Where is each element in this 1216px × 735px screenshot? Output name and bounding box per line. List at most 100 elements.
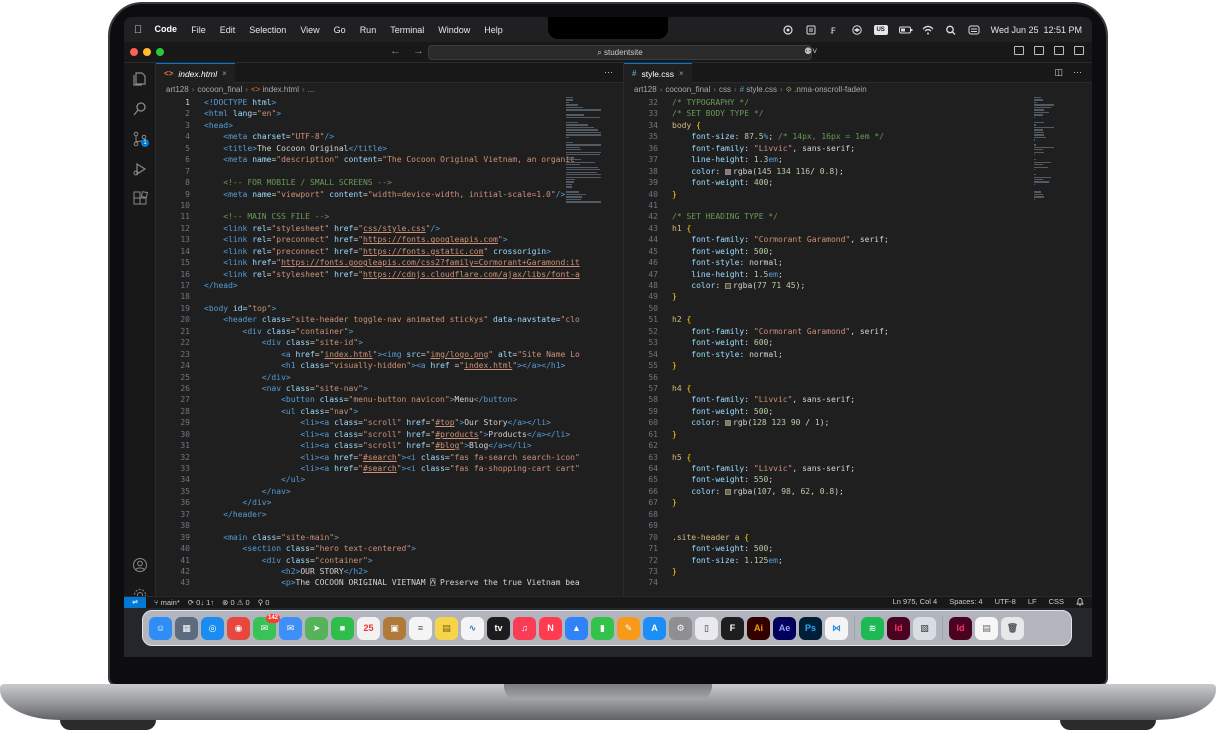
code-line[interactable]: 40} <box>624 189 889 200</box>
dock-appstore-icon[interactable]: A <box>643 616 666 640</box>
dock-iphone-mirroring-icon[interactable]: ▯ <box>695 616 718 640</box>
close-tab-icon[interactable]: × <box>222 69 227 78</box>
code-line[interactable]: 73} <box>624 566 889 577</box>
code-line[interactable]: 5 <title>The Cocoon Original</title> <box>156 143 580 154</box>
code-line[interactable]: 43 <p>The COCOON ORIGINAL VIETNAM ⍓ Pres… <box>156 577 580 588</box>
breadcrumb-item[interactable]: cocoon_final <box>197 85 242 94</box>
code-line[interactable]: 40 <section class="hero text-centered"> <box>156 543 580 554</box>
code-line[interactable]: 27 <button class="menu-button navicon">M… <box>156 394 580 405</box>
command-center-search[interactable]: ⌕ studentsite <box>428 45 812 60</box>
code-line[interactable]: 23 <a href="index.html"><img src="img/lo… <box>156 349 579 360</box>
dock-photoshop-icon[interactable]: Ps <box>799 616 822 640</box>
menu-edit[interactable]: Edit <box>220 25 236 35</box>
dock-indd-file-icon[interactable]: Id <box>949 616 972 640</box>
account-icon[interactable] <box>132 557 148 573</box>
code-line[interactable]: 68 <box>624 509 889 520</box>
code-line[interactable]: 32 /* TYPOGRAPHY */ <box>624 97 889 108</box>
breadcrumb-item[interactable]: css <box>719 85 731 94</box>
code-line[interactable]: 25 </div> <box>156 372 580 383</box>
code-line[interactable]: 60 color: rgb(128 123 90 / 1); <box>624 417 889 428</box>
split-editor-icon[interactable]: ◫ <box>1054 67 1063 78</box>
menu-window[interactable]: Window <box>438 25 470 35</box>
code-line[interactable]: 49} <box>624 291 889 302</box>
dock-settings-icon[interactable]: ⚙ <box>669 616 692 640</box>
code-line[interactable]: 31 <li><a class="scroll" href="#blog">Bl… <box>156 440 580 451</box>
forward-arrow-icon[interactable]: → <box>413 45 424 57</box>
ports-count[interactable]: ⚲ 0 <box>258 598 270 607</box>
dock-spotify-icon[interactable]: ≋ <box>861 616 884 640</box>
breadcrumb-item[interactable]: index.html <box>263 85 299 94</box>
code-line[interactable]: 41 <div class="container"> <box>156 555 580 566</box>
back-arrow-icon[interactable]: ← <box>390 45 401 57</box>
code-line[interactable]: 10 <box>156 200 580 211</box>
code-line[interactable]: 42 <h2>OUR STORY</h2> <box>156 566 580 577</box>
dock-notefile-icon[interactable]: ▣ <box>383 616 406 640</box>
dock-numbers-icon[interactable]: ▮ <box>591 616 614 640</box>
code-line[interactable]: 30 <li><a class="scroll" href="#products… <box>156 429 580 440</box>
code-line[interactable]: 33 <li><a href="#search"><i class="fas f… <box>156 463 580 474</box>
menu-run[interactable]: Run <box>360 25 377 35</box>
code-line[interactable]: 32 <li><a href="#search"><i class="fas f… <box>156 452 580 463</box>
code-line[interactable]: 35 </nav> <box>156 486 580 497</box>
code-line[interactable]: 62 <box>624 440 889 451</box>
code-line[interactable]: 29 <li><a class="scroll" href="#top">Our… <box>156 417 580 428</box>
code-line[interactable]: 26 <nav class="site-nav"> <box>156 383 580 394</box>
zoom-window-button[interactable] <box>156 48 164 56</box>
menubar-clock[interactable]: Wed Jun 25 12:51 PM <box>991 25 1082 35</box>
menu-terminal[interactable]: Terminal <box>390 25 424 35</box>
code-line[interactable]: 13 <link rel="preconnect" href="https://… <box>156 234 580 245</box>
search-icon[interactable] <box>132 101 148 117</box>
code-line[interactable]: 72 font-size: 1.125em; <box>624 555 889 566</box>
tab-index-html[interactable]: <> index.html × <box>156 63 235 83</box>
code-line[interactable]: 36 </div> <box>156 497 580 508</box>
dock-messages-icon[interactable]: ✉ 142 <box>253 613 280 640</box>
dock-appletv-icon[interactable]: tv <box>487 616 510 640</box>
input-source-badge[interactable]: US <box>873 24 888 35</box>
code-line[interactable]: 70 .site-header a { <box>624 532 889 543</box>
toggle-primary-sidebar-icon[interactable] <box>1014 46 1024 55</box>
wifi-icon[interactable] <box>922 25 934 35</box>
dock-chrome-icon[interactable]: ◉ <box>227 616 250 640</box>
close-tab-icon[interactable]: × <box>679 69 684 78</box>
dock-maps-icon[interactable]: ➤ <box>305 616 328 640</box>
code-line[interactable]: 42 /* SET HEADING TYPE */ <box>624 211 889 222</box>
breadcrumb-item[interactable]: ... <box>308 85 315 94</box>
dock-reminders-icon[interactable]: ≡ <box>409 616 432 640</box>
extensions-icon[interactable] <box>132 191 148 207</box>
code-line[interactable]: 3 <head> <box>156 120 580 131</box>
menu-selection[interactable]: Selection <box>249 25 286 35</box>
notifications-bell-icon[interactable] <box>1076 597 1084 608</box>
text-format-icon[interactable]: ₣ <box>828 25 840 37</box>
code-line[interactable]: 57 h4 { <box>624 383 889 394</box>
code-line[interactable]: 45 font-weight: 500; <box>624 246 889 257</box>
code-line[interactable]: 61} <box>624 429 889 440</box>
code-line[interactable]: 58 font-family: "Livvic", sans-serif; <box>624 394 889 405</box>
menu-app-name[interactable]: Code <box>154 18 178 41</box>
code-line[interactable]: 8 <!-- FOR MOBILE / SMALL SCREENS --> <box>156 177 580 188</box>
code-line[interactable]: 59 font-weight: 500; <box>624 406 889 417</box>
code-line[interactable]: 41 <box>624 200 889 211</box>
code-line[interactable]: 24 <h1 class="visually-hidden"><a href =… <box>156 360 580 371</box>
more-actions-icon[interactable]: ··· <box>604 67 613 77</box>
code-line[interactable]: 48 color: rgba(77 71 45); <box>624 280 889 291</box>
code-text[interactable]: 32/* TYPOGRAPHY */33/* SET BODY TYPE */3… <box>624 97 889 589</box>
menu-view[interactable]: View <box>300 25 319 35</box>
screen-recording-icon[interactable] <box>782 24 794 35</box>
code-line[interactable]: 14 <link rel="preconnect" href="https://… <box>156 246 580 257</box>
code-line[interactable]: 56 <box>624 372 889 383</box>
end-of-line[interactable]: LF <box>1028 597 1037 608</box>
code-line[interactable]: 16 <link rel="stylesheet" href="https://… <box>156 269 580 280</box>
source-control-icon[interactable]: 1 <box>132 131 149 147</box>
code-line[interactable]: 1 <!DOCTYPE html> <box>156 97 580 108</box>
dock-illustrator-icon[interactable]: Ai <box>747 616 770 640</box>
dock-facetime-icon[interactable]: ■ <box>331 616 354 640</box>
code-line[interactable]: 65 font-weight: 550; <box>624 474 889 485</box>
code-line[interactable]: 17 </head> <box>156 280 580 291</box>
toggle-secondary-sidebar-icon[interactable] <box>1054 46 1064 55</box>
dock-music-icon[interactable]: ♫ <box>513 616 536 640</box>
code-line[interactable]: 20 <header class="site-header toggle-nav… <box>156 314 580 325</box>
code-line[interactable]: 37 </header> <box>156 509 580 520</box>
code-line[interactable]: 55} <box>624 360 889 371</box>
spotlight-icon[interactable] <box>945 25 957 35</box>
code-line[interactable]: 67} <box>624 497 889 508</box>
